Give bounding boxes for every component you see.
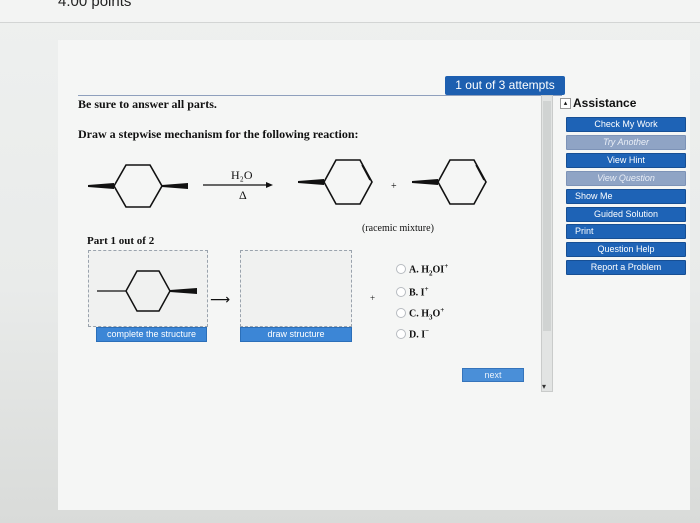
question-help-button[interactable]: Question Help xyxy=(566,242,686,257)
print-button[interactable]: Print xyxy=(566,224,686,239)
scrollbar-thumb[interactable] xyxy=(543,101,551,331)
view-hint-button[interactable]: View Hint xyxy=(566,153,686,168)
option-c-letter: C. xyxy=(409,308,419,320)
option-d-radio[interactable] xyxy=(396,329,406,339)
option-c[interactable]: C. H3O+ xyxy=(409,306,444,321)
complete-structure-button[interactable]: complete the structure xyxy=(96,327,207,342)
report-problem-button[interactable]: Report a Problem xyxy=(566,260,686,275)
option-b-radio[interactable] xyxy=(396,287,406,297)
option-a-letter: A. xyxy=(409,264,419,276)
scrollbar[interactable] xyxy=(541,95,553,392)
show-me-button[interactable]: Show Me xyxy=(566,189,686,204)
check-my-work-button[interactable]: Check My Work xyxy=(566,117,686,132)
option-a-radio[interactable] xyxy=(396,264,406,274)
racemic-note: (racemic mixture) xyxy=(362,223,434,234)
reagent-water: H₂O xyxy=(231,168,253,182)
points-label: 4.00 points xyxy=(58,0,132,10)
part-plus-sign: + xyxy=(370,293,376,303)
scroll-down-icon[interactable]: ▾ xyxy=(539,382,549,392)
product-2-structure xyxy=(412,159,487,205)
instruction-text: Be sure to answer all parts. xyxy=(78,97,217,111)
guided-solution-button[interactable]: Guided Solution xyxy=(566,207,686,222)
plus-sign: + xyxy=(391,181,397,192)
starting-structure xyxy=(97,270,197,312)
question-prompt: Draw a stepwise mechanism for the follow… xyxy=(78,127,359,141)
option-a[interactable]: A. H2OI+ xyxy=(409,262,448,277)
option-d[interactable]: D. I− xyxy=(409,327,429,340)
option-c-charge: + xyxy=(440,306,445,314)
product-1-structure xyxy=(298,159,373,205)
option-d-letter: D. xyxy=(409,329,419,341)
try-another-button: Try Another xyxy=(566,135,686,150)
option-a-charge: + xyxy=(444,262,449,270)
reaction-scheme xyxy=(88,159,487,208)
next-button[interactable]: next xyxy=(462,368,524,382)
collapse-arrow-icon[interactable]: ▴ xyxy=(560,98,571,109)
reagent-heat: Δ xyxy=(239,188,247,202)
option-b-charge: + xyxy=(424,285,429,293)
option-b-letter: B. xyxy=(409,287,419,299)
option-c-radio[interactable] xyxy=(396,308,406,318)
assistance-title: Assistance xyxy=(573,96,637,110)
part-arrow-icon: ⟶ xyxy=(210,292,231,308)
structure-canvas-1[interactable] xyxy=(88,250,208,327)
option-d-charge: − xyxy=(425,327,430,335)
draw-structure-button[interactable]: draw structure xyxy=(240,327,352,342)
question-divider xyxy=(78,95,562,96)
option-b[interactable]: B. I+ xyxy=(409,285,429,298)
view-question-button: View Question xyxy=(566,171,686,186)
part-label: Part 1 out of 2 xyxy=(87,235,155,247)
reactant-structure xyxy=(88,164,188,208)
attempts-badge: 1 out of 3 attempts xyxy=(445,76,565,95)
structure-canvas-2[interactable] xyxy=(240,250,352,327)
